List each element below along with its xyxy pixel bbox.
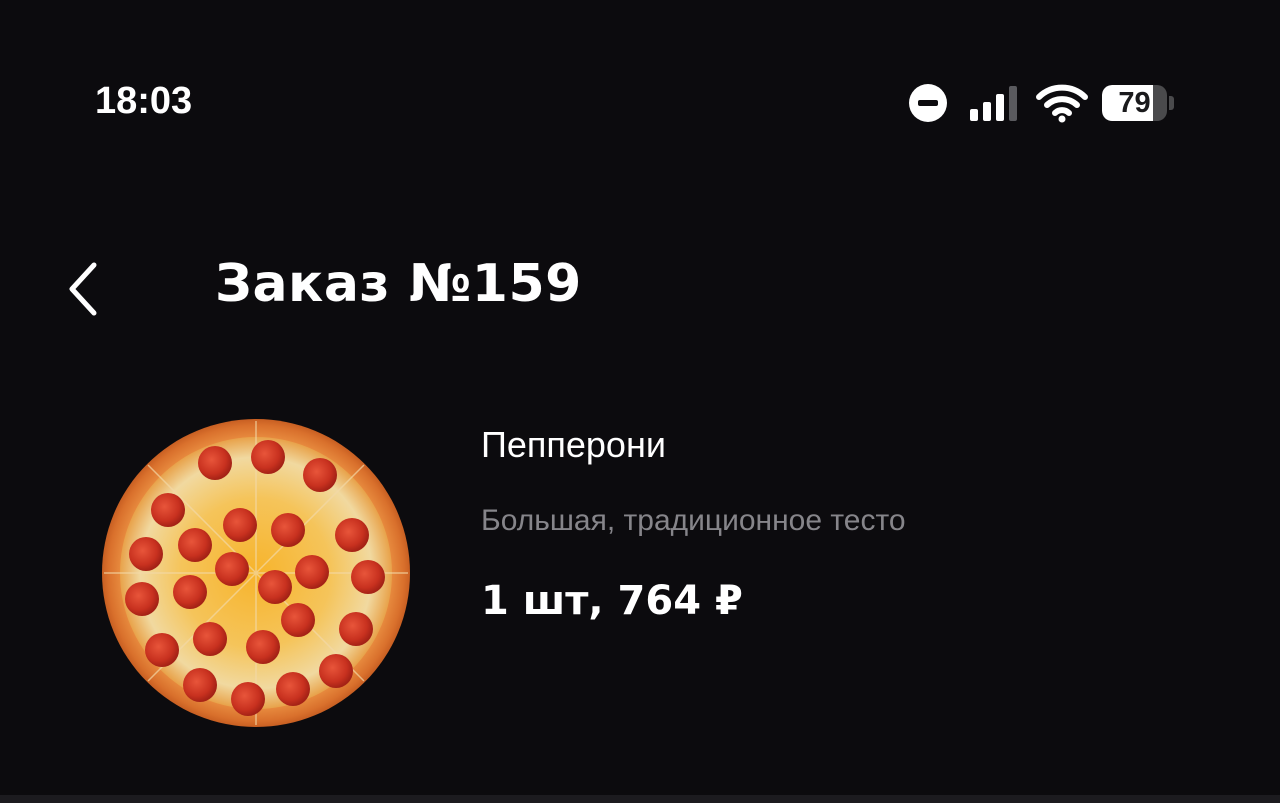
back-button[interactable]: [58, 258, 108, 320]
do-not-disturb-icon: [909, 84, 947, 122]
battery-icon: 79: [1102, 84, 1174, 122]
battery-cap: [1169, 96, 1174, 110]
status-time: 18:03: [95, 80, 193, 122]
item-quantity-price: 1 шт, 764 ₽: [481, 578, 743, 624]
chevron-left-icon: [69, 262, 97, 316]
page-title: Заказ №159: [215, 254, 582, 314]
status-icons: 79: [908, 82, 1174, 124]
bottom-divider: [0, 795, 1280, 803]
order-item[interactable]: Пепперони Большая, традиционное тесто 1 …: [0, 400, 1280, 740]
wifi-icon: [1036, 84, 1088, 123]
cellular-signal-icon: [970, 86, 1017, 121]
item-name: Пепперони: [481, 424, 666, 465]
battery-body: 79: [1102, 85, 1168, 121]
item-description: Большая, традиционное тесто: [481, 504, 906, 537]
battery-level: 79: [1118, 86, 1151, 119]
pepperoni-pizza-image: [102, 419, 410, 727]
order-screen: 18:03 79 Заказ №159 Пепперони Большая, т…: [0, 0, 1280, 803]
